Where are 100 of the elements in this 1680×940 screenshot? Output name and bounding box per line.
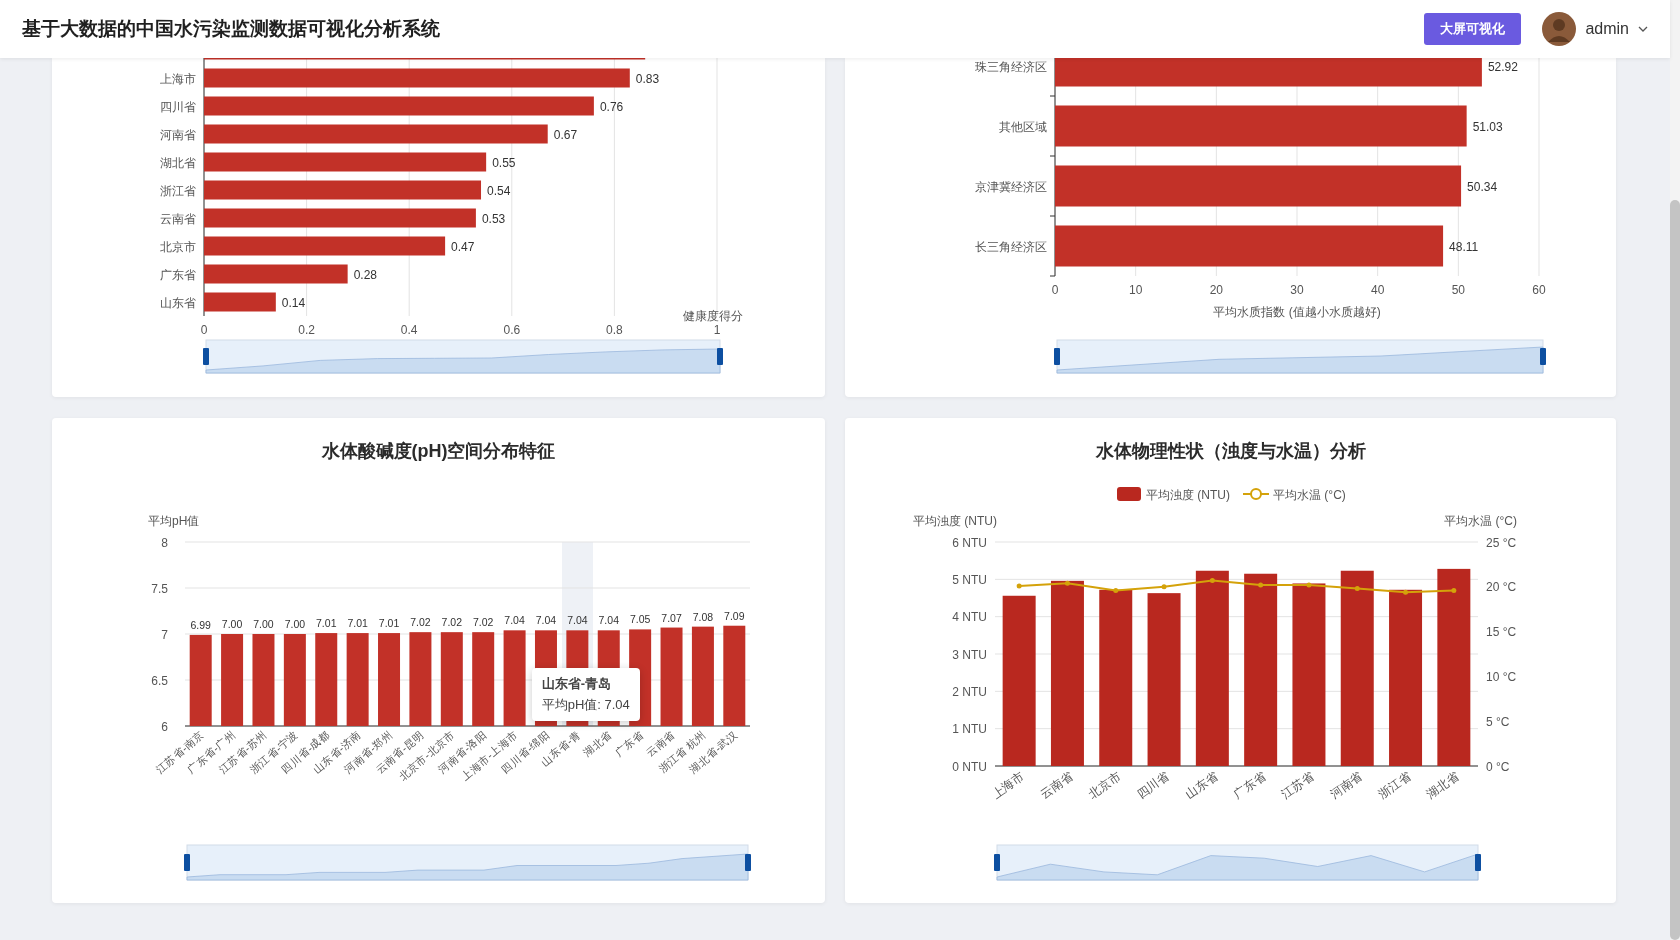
axis-label: 珠三角经济区 <box>975 59 1047 74</box>
axis-title: 健康度得分 <box>683 309 743 323</box>
tick-label: 20 °C <box>1486 580 1517 595</box>
axis-label: 湖北省 <box>160 155 196 170</box>
slider-handle[interactable] <box>1054 348 1060 365</box>
axis-label: 浙江省 <box>1375 769 1414 802</box>
tick-label: 4 NTU <box>952 610 987 625</box>
data-label: 7.00 <box>284 618 306 630</box>
chart-title: 水体物理性状（浊度与水温）分析 <box>1094 440 1367 463</box>
axis-label: 北京市 <box>160 239 196 254</box>
tick-label: 7.5 <box>151 581 168 596</box>
tick-label: 1 NTU <box>952 722 987 737</box>
data-label: 7.02 <box>410 616 431 629</box>
data-label: 0.76 <box>599 99 624 114</box>
data-label: 0.67 <box>553 127 578 142</box>
tick-label: 8 <box>161 535 168 550</box>
slider-handle[interactable] <box>745 854 751 871</box>
scrollbar[interactable] <box>1670 0 1680 940</box>
data-label: 0.14 <box>281 295 306 310</box>
data-label: 7.04 <box>598 614 619 627</box>
tick-label: 0 NTU <box>952 759 987 774</box>
axis-label: 山东省 <box>160 295 196 310</box>
tick-label: 0 <box>200 323 208 337</box>
slider-handle[interactable] <box>1475 854 1481 871</box>
data-label: 48.11 <box>1449 239 1479 254</box>
axis-label: 京津冀经济区 <box>975 179 1047 194</box>
data-label: 0.47 <box>451 239 475 254</box>
data-label: 7.01 <box>347 617 368 630</box>
tick-label: 0 °C <box>1486 759 1510 774</box>
tick-label: 7 <box>161 627 168 642</box>
range-slider[interactable] <box>996 844 1479 881</box>
legend-line-icon[interactable] <box>1242 488 1270 500</box>
data-label: 0.83 <box>635 71 660 86</box>
data-label: 7.01 <box>378 617 400 630</box>
user-name[interactable]: admin <box>1585 20 1629 38</box>
axis-label: 云南省 <box>1037 769 1076 802</box>
axis-label: 云南省 <box>160 211 196 226</box>
slider-handle[interactable] <box>203 348 209 365</box>
axis-label: 四川省 <box>160 99 196 114</box>
range-slider[interactable] <box>186 844 749 881</box>
slider-handle[interactable] <box>717 348 723 365</box>
data-label: 7.02 <box>441 616 462 629</box>
app-title: 基于大数据的中国水污染监测数据可视化分析系统 <box>22 17 440 41</box>
tick-label: 5 °C <box>1486 714 1510 729</box>
axis-label: 广东省 <box>1230 769 1269 802</box>
tick-label: 10 <box>1129 283 1143 297</box>
bar <box>204 292 276 312</box>
tick-label: 6.5 <box>151 673 168 688</box>
range-slider[interactable] <box>1056 339 1544 374</box>
data-label: 7.04 <box>535 614 557 627</box>
tick-label: 0 <box>1051 283 1059 297</box>
big-screen-button[interactable]: 大屏可视化 <box>1424 13 1522 45</box>
tick-label: 0.4 <box>400 323 418 337</box>
axis-title: 平均浊度 (NTU) <box>913 514 997 528</box>
data-label: 52.92 <box>1487 59 1518 74</box>
tick-label: 6 NTU <box>952 535 987 550</box>
axis-title: 平均水温 (°C) <box>1444 514 1517 528</box>
data-label: 7.00 <box>253 618 274 630</box>
tick-label: 40 <box>1371 283 1385 297</box>
axis-title: 平均pH值 <box>148 514 200 528</box>
tick-label: 0.8 <box>606 323 623 337</box>
tick-label: 5 NTU <box>952 572 987 587</box>
data-label: 6.99 <box>190 618 211 631</box>
axis-label: 江苏省 <box>1279 769 1317 802</box>
tick-label: 6 <box>161 719 168 734</box>
legend-label[interactable]: 平均水温 (°C) <box>1273 487 1346 502</box>
data-label: 0.53 <box>481 211 506 226</box>
range-slider[interactable] <box>205 339 721 374</box>
legend-swatch[interactable] <box>1117 487 1141 501</box>
axis-label: 上海市 <box>989 769 1027 802</box>
data-label: 51.03 <box>1472 119 1503 134</box>
tick-label: 60 <box>1532 283 1546 297</box>
data-label: 7.09 <box>724 609 745 622</box>
tick-label: 0.2 <box>298 323 315 337</box>
axis-label: 浙江省 <box>160 183 196 198</box>
tick-label: 50 <box>1451 283 1465 297</box>
legend-label[interactable]: 平均浊度 (NTU) <box>1146 487 1230 502</box>
slider-handle[interactable] <box>1540 348 1546 365</box>
avatar[interactable] <box>1542 12 1577 46</box>
data-label: 7.05 <box>629 613 651 626</box>
axis-label: 长三角经济区 <box>975 239 1047 254</box>
axis-label: 上海市 <box>160 71 196 86</box>
slider-handle[interactable] <box>184 854 190 871</box>
axis-label: 四川省 <box>1134 769 1172 802</box>
data-label: 7.02 <box>473 616 494 629</box>
data-label: 50.34 <box>1467 179 1498 194</box>
axis-label: 广东省 <box>160 267 196 282</box>
axis-label: 河南省 <box>160 127 196 142</box>
tooltip-text: 平均pH值: 7.04 <box>541 696 630 714</box>
axis-label: 山东省 <box>1182 769 1221 802</box>
tick-label: 15 °C <box>1486 625 1517 640</box>
data-label: 0.28 <box>353 267 377 282</box>
data-label: 7.08 <box>692 610 714 623</box>
axis-title: 平均水质指数 (值越小水质越好) <box>1213 305 1381 319</box>
tooltip-title: 山东省-青岛 <box>541 675 612 693</box>
slider-handle[interactable] <box>994 854 1000 871</box>
tick-label: 25 °C <box>1486 535 1517 550</box>
axis-label: 湖北省 <box>581 728 615 759</box>
tick-label: 0.6 <box>503 323 521 337</box>
caret-icon[interactable] <box>1638 26 1648 32</box>
